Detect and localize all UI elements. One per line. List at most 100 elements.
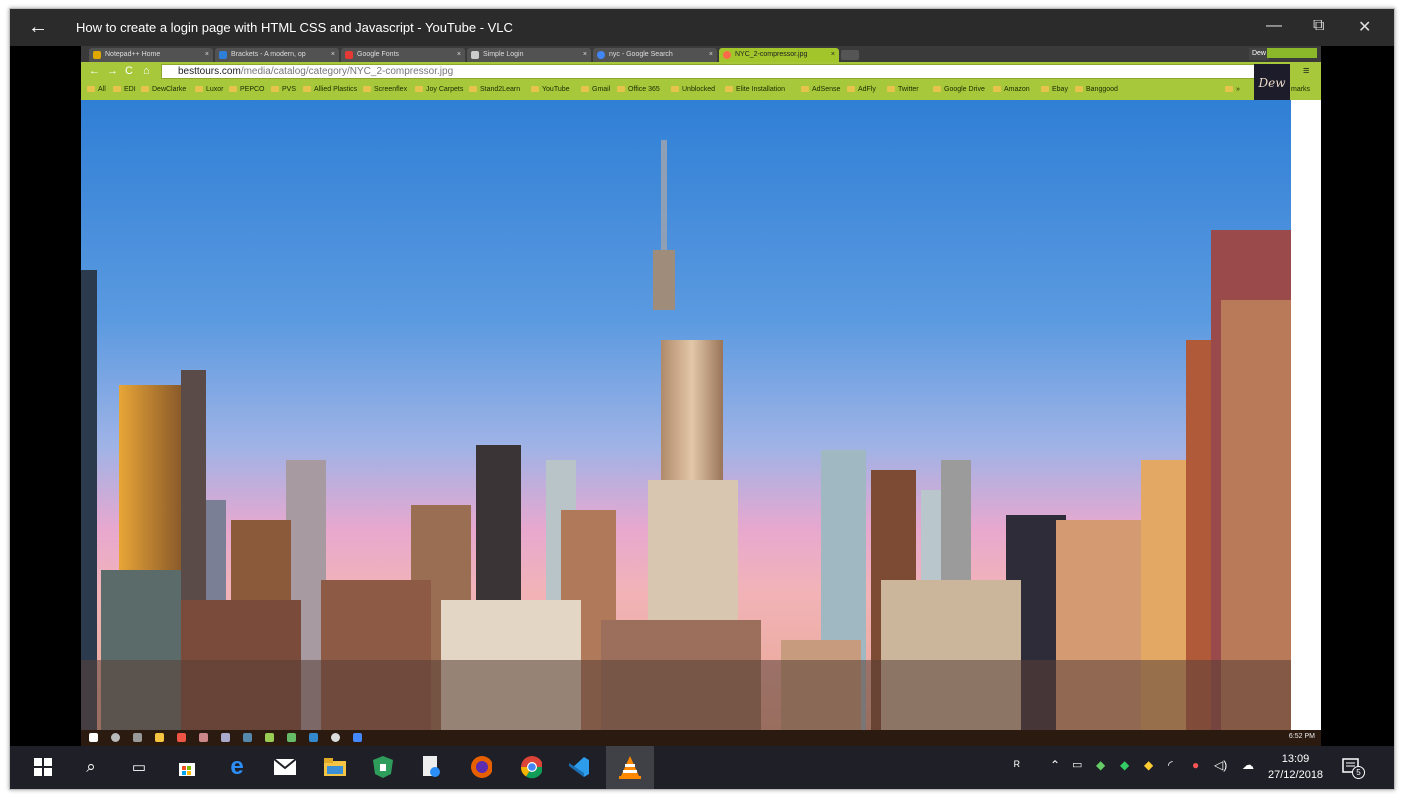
volume-icon[interactable]: ◁) [1214, 758, 1227, 772]
bookmark-item[interactable]: Banggood [1075, 86, 1118, 93]
app-icon [199, 733, 208, 742]
app-icon [287, 733, 296, 742]
app-tray-icon[interactable]: ◆ [1144, 758, 1153, 772]
user-chip[interactable]: Dew [1248, 48, 1269, 60]
bookmark-item[interactable]: AdSense [801, 86, 840, 93]
document-app-icon[interactable] [420, 756, 442, 778]
minimize-button[interactable]: — [1266, 17, 1282, 35]
windows-logo-icon [34, 758, 52, 776]
chrome-icon[interactable] [520, 756, 542, 779]
clock-date: 27/12/2018 [1268, 769, 1324, 781]
search-icon[interactable]: ⌕ [80, 756, 102, 778]
bookmark-item[interactable]: Screenflex [363, 86, 407, 93]
bookmarks-tail[interactable]: marks [1291, 86, 1310, 93]
firefox-icon[interactable] [470, 756, 492, 778]
back-icon[interactable]: ← [89, 65, 100, 77]
bookmark-item[interactable]: PEPCO [229, 86, 265, 93]
forward-icon[interactable]: → [107, 65, 118, 77]
security-app-icon[interactable] [372, 756, 394, 778]
bookmark-item[interactable]: Office 365 [617, 86, 660, 93]
bookmark-item[interactable]: All [87, 86, 106, 93]
tab-close-icon[interactable]: × [583, 48, 587, 62]
bookmark-item[interactable]: Amazon [993, 86, 1030, 93]
bookmark-item[interactable]: Google Drive [933, 86, 985, 93]
windows-icon [89, 733, 98, 742]
show-hidden-icons[interactable]: ⌃ [1050, 758, 1060, 772]
clock-time: 13:09 [1281, 753, 1310, 765]
url-host: besttours.com [178, 66, 241, 77]
tab-nyc-search[interactable]: nyc - Google Search × [593, 48, 717, 62]
task-view-icon [133, 733, 142, 742]
bookmark-item[interactable]: Elite Installation [725, 86, 785, 93]
google-fonts-icon [345, 51, 353, 59]
tab-label: Google Fonts [357, 51, 400, 58]
bookmark-item[interactable]: EDI [113, 86, 136, 93]
tab-close-icon[interactable]: × [205, 48, 209, 62]
new-tab-button[interactable] [841, 50, 859, 60]
notification-center-button[interactable]: 5 [1342, 757, 1365, 779]
tab-close-icon[interactable]: × [709, 48, 713, 62]
app-tray-icon[interactable]: ◆ [1096, 758, 1105, 772]
bookmark-item[interactable]: Luxor [195, 86, 224, 93]
vscode-icon[interactable] [568, 756, 590, 778]
bookmark-item[interactable]: AdFly [847, 86, 876, 93]
restore-button[interactable]: ⧉ [1313, 17, 1324, 35]
page-icon [471, 51, 479, 59]
tab-simple-login[interactable]: Simple Login × [467, 48, 591, 62]
bookmark-item[interactable]: PVS [271, 86, 296, 93]
url-field[interactable]: besttours.com/media/catalog/category/NYC… [161, 64, 1261, 79]
page-right-margin [1291, 100, 1321, 730]
bookmark-item[interactable]: Allied Plastics [303, 86, 357, 93]
tab-google-fonts[interactable]: Google Fonts × [341, 48, 465, 62]
bookmark-item[interactable]: Joy Carpets [415, 86, 463, 93]
tab-brackets[interactable]: Brackets - A modern, op × [215, 48, 339, 62]
home-icon[interactable]: ⌂ [143, 65, 150, 77]
task-view-icon[interactable]: ▭ [128, 756, 150, 778]
bookmark-item[interactable]: DewClarke [141, 86, 186, 93]
tab-label: NYC_2-compressor.jpg [735, 51, 808, 58]
tab-close-icon[interactable]: × [331, 48, 335, 62]
alert-icon[interactable]: ● [1192, 758, 1199, 772]
bookmarks-overflow[interactable]: » [1225, 86, 1240, 93]
brackets-icon [309, 733, 318, 742]
bookmark-item[interactable]: Gmail [581, 86, 610, 93]
store-icon[interactable] [176, 756, 198, 778]
clock[interactable]: 13:09 27/12/2018 [1268, 751, 1323, 783]
tab-close-icon[interactable]: × [457, 48, 461, 62]
bookmark-item[interactable]: Unblocked [671, 86, 715, 93]
menu-icon[interactable]: ≡ [1303, 65, 1309, 77]
reload-icon[interactable]: C [125, 65, 133, 77]
vlc-icon[interactable] [606, 746, 654, 789]
video-area[interactable]: Notepad++ Home × Brackets - A modern, op… [10, 46, 1394, 746]
tab-label: nyc - Google Search [609, 51, 673, 58]
address-bar-row: ← → C ⌂ besttours.com/media/catalog/cate… [81, 62, 1321, 82]
bookmark-item[interactable]: Ebay [1041, 86, 1068, 93]
back-arrow-icon[interactable]: ← [28, 16, 48, 39]
bookmark-item[interactable]: YouTube [531, 86, 570, 93]
battery-icon[interactable]: ▭ [1072, 758, 1082, 771]
bookmark-item[interactable]: Twitter [887, 86, 919, 93]
folder-icon [155, 733, 164, 742]
start-button[interactable] [32, 756, 54, 778]
notepad-icon [93, 51, 101, 59]
tab-nyc-image[interactable]: NYC_2-compressor.jpg × [719, 48, 839, 62]
file-explorer-icon[interactable] [324, 756, 346, 778]
url-path: /media/catalog/category/NYC_2-compressor… [240, 66, 454, 77]
tab-notepad[interactable]: Notepad++ Home × [89, 48, 213, 62]
shield-icon[interactable]: ◆ [1120, 758, 1129, 772]
recorded-taskbar: 6:52 PM [81, 730, 1321, 746]
recorded-clock: 6:52 PM [1288, 733, 1315, 740]
close-button[interactable]: ✕ [1358, 17, 1371, 37]
wifi-icon[interactable]: ◜ [1168, 758, 1173, 772]
people-icon[interactable]: ᴿ [1014, 758, 1020, 773]
tab-label: Notepad++ Home [105, 51, 161, 58]
logo: Dew [1254, 64, 1290, 102]
browser-window-controls[interactable] [1267, 48, 1317, 58]
edge-icon[interactable]: e [226, 753, 248, 780]
app-icon [353, 733, 362, 742]
notification-count: 5 [1352, 766, 1365, 779]
tab-close-icon[interactable]: × [831, 48, 835, 62]
bookmark-item[interactable]: Stand2Learn [469, 86, 520, 93]
mail-icon[interactable] [274, 756, 296, 778]
network-icon[interactable]: ☁ [1242, 758, 1254, 772]
